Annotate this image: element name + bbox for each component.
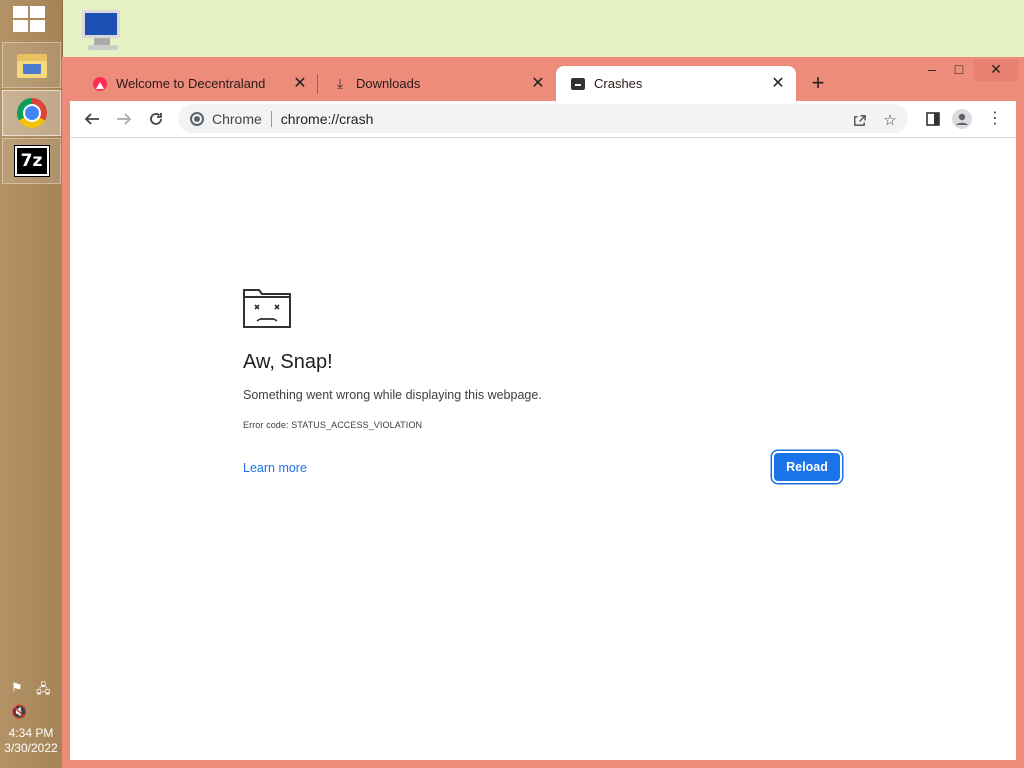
side-panel-icon [926, 112, 940, 126]
profile-button[interactable] [949, 106, 975, 132]
more-vertical-icon: ⋮ [987, 110, 1003, 127]
taskbar-7zip[interactable]: 7z [2, 138, 61, 184]
tab-title: Crashes [594, 76, 643, 91]
folder-icon [16, 52, 47, 78]
learn-more-link[interactable]: Learn more [243, 461, 307, 475]
reload-page-button[interactable] [143, 106, 169, 132]
error-title: Aw, Snap! [243, 351, 333, 373]
site-name: Chrome [212, 110, 262, 127]
volume-muted-icon[interactable]: 🔇 [11, 704, 27, 720]
taskbar: 7z ⚑ 🖧 🔇 4:34 PM 3/30/2022 [0, 0, 63, 768]
forward-button[interactable] [111, 106, 137, 132]
network-icon[interactable]: 🖧 [36, 680, 51, 702]
7zip-icon: 7z [13, 145, 50, 177]
clock[interactable]: 4:34 PM 3/30/2022 [0, 726, 62, 756]
share-icon[interactable] [848, 109, 870, 131]
tab-title: Welcome to Decentraland [116, 76, 266, 91]
sad-tab-icon [243, 289, 291, 328]
maximize-button[interactable]: □ [944, 59, 974, 81]
computer-desktop-icon[interactable] [78, 8, 126, 52]
back-button[interactable] [79, 106, 105, 132]
address-bar[interactable]: Chrome chrome://crash ☆ [178, 104, 908, 133]
decentraland-icon [93, 76, 107, 91]
tab-crashes[interactable]: Crashes ✕ [556, 66, 796, 101]
tab-downloads[interactable]: ⤓ Downloads ✕ [318, 66, 556, 101]
crash-icon [571, 77, 585, 90]
chrome-site-icon [190, 111, 204, 126]
close-window-button[interactable]: ✕ [974, 59, 1018, 81]
reload-button[interactable]: Reload [774, 453, 840, 481]
clock-time: 4:34 PM [8, 726, 54, 740]
close-tab-icon[interactable]: ✕ [528, 74, 548, 94]
chrome-window: Welcome to Decentraland ✕ ⤓ Downloads ✕ … [62, 57, 1024, 768]
start-button[interactable] [13, 6, 47, 34]
close-tab-icon[interactable]: ✕ [290, 74, 310, 94]
close-tab-icon[interactable]: ✕ [768, 74, 788, 94]
menu-button[interactable]: ⋮ [982, 106, 1008, 132]
tab-decentraland[interactable]: Welcome to Decentraland ✕ [70, 66, 318, 101]
url-text: chrome://crash [280, 110, 374, 127]
download-icon: ⤓ [336, 75, 344, 91]
avatar-icon [952, 109, 972, 129]
chrome-icon [16, 98, 47, 128]
forward-arrow-icon [117, 113, 132, 125]
refresh-icon [150, 113, 162, 125]
clock-date: 3/30/2022 [4, 741, 58, 755]
taskbar-chrome[interactable] [2, 90, 61, 136]
new-tab-button[interactable]: + [805, 71, 831, 97]
tab-strip: Welcome to Decentraland ✕ ⤓ Downloads ✕ … [62, 57, 1024, 101]
bookmark-star-icon[interactable]: ☆ [879, 109, 901, 131]
tab-title: Downloads [356, 76, 421, 91]
toolbar: Chrome chrome://crash ☆ ⋮ [70, 101, 1016, 138]
taskbar-file-explorer[interactable] [2, 42, 61, 88]
page-content: Aw, Snap! Something went wrong while dis… [70, 138, 1016, 760]
error-message: Something went wrong while displaying th… [243, 388, 542, 402]
error-code: Error code: STATUS_ACCESS_VIOLATION [243, 420, 423, 430]
back-arrow-icon [84, 113, 99, 125]
minimize-button[interactable]: – [917, 59, 947, 81]
side-panel-button[interactable] [920, 106, 946, 132]
action-center-flag-icon[interactable]: ⚑ [11, 680, 23, 696]
